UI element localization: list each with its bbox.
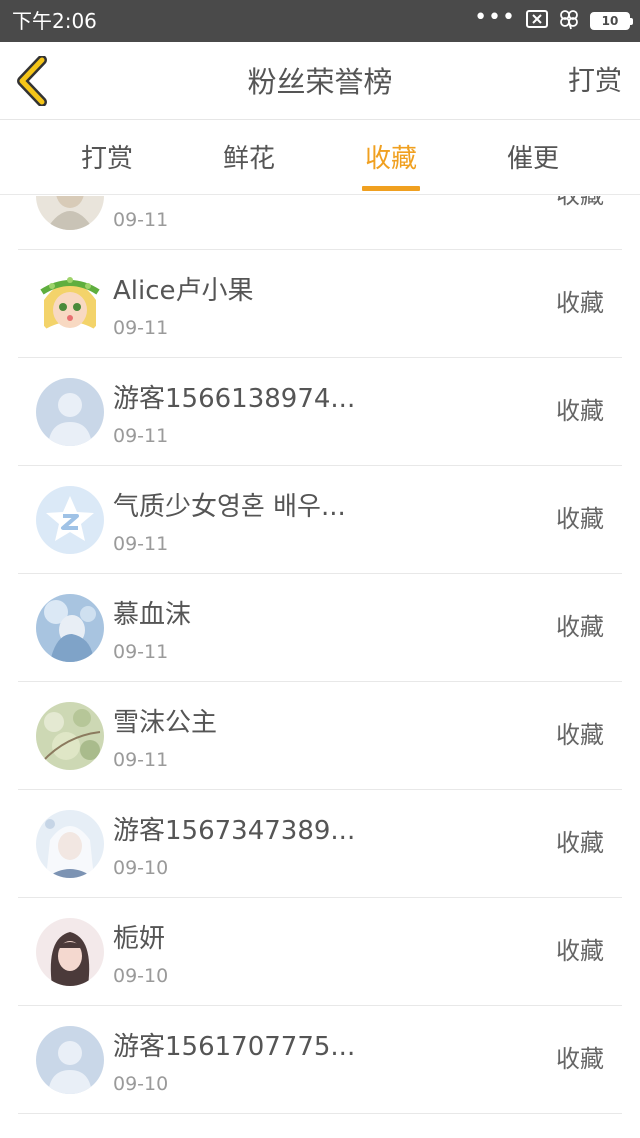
action-label: 收藏 — [556, 505, 604, 533]
list-item[interactable]: 气质少女영혼 배우... 09-11 收藏 — [18, 466, 622, 574]
status-time: 下午2:06 — [12, 9, 97, 33]
qzone-logo-icon — [36, 486, 104, 554]
tip-button[interactable]: 打赏 — [568, 64, 622, 100]
user-name: 12349388 — [113, 196, 245, 200]
action-label: 收藏 — [556, 397, 604, 425]
list-item[interactable]: Alice卢小果 09-11 收藏 — [18, 250, 622, 358]
avatar — [36, 196, 104, 230]
avatar — [36, 810, 104, 878]
date: 09-11 — [113, 425, 169, 447]
action-label: 收藏 — [556, 289, 604, 317]
avatar — [36, 270, 104, 338]
date: 09-11 — [113, 209, 169, 231]
avatar — [36, 594, 104, 662]
tab-active-indicator — [362, 186, 420, 191]
list-item[interactable]: 游客1566138974... 09-11 收藏 — [18, 358, 622, 466]
list-item[interactable]: 雪沫公主 09-11 收藏 — [18, 682, 622, 790]
date: 09-11 — [113, 749, 169, 771]
tab-flowers[interactable]: 鲜花 — [199, 141, 299, 177]
user-name: 游客1566138974... — [113, 384, 356, 414]
default-user-avatar-icon — [36, 378, 104, 446]
action-label: 收藏 — [556, 1045, 604, 1073]
action-label: 收藏 — [556, 721, 604, 749]
status-bar: 下午2:06 ••• 10 — [0, 0, 640, 42]
date: 09-11 — [113, 641, 169, 663]
user-name: 游客1567347389... — [113, 816, 356, 846]
fans-list[interactable]: 12349388 09-11 收藏 Alice卢小果 09-11 收藏 — [0, 196, 640, 1138]
avatar — [36, 702, 104, 770]
white-anime-avatar-icon — [36, 810, 104, 878]
painted-girl-avatar-icon — [36, 196, 104, 230]
list-item[interactable]: 游客1561707775... 09-10 收藏 — [18, 1006, 622, 1114]
photo-girl-avatar-icon — [36, 918, 104, 986]
list-item[interactable]: 游客1567347389... 09-10 收藏 — [18, 790, 622, 898]
date: 09-11 — [113, 533, 169, 555]
battery-icon: 10 — [590, 12, 633, 30]
tab-bar: 打赏 鲜花 收藏 催更 — [0, 121, 640, 195]
user-name: 气质少女영혼 배우... — [113, 492, 346, 522]
avatar — [36, 378, 104, 446]
action-label: 收藏 — [556, 829, 604, 857]
avatar — [36, 486, 104, 554]
user-name: 游客1561707775... — [113, 1032, 356, 1062]
clover-icon — [558, 8, 580, 34]
user-name: 雪沫公主 — [113, 708, 218, 738]
default-user-avatar-icon — [36, 1026, 104, 1094]
status-icons: ••• 10 — [474, 5, 633, 34]
list-item[interactable]: 栀妍 09-10 收藏 — [18, 898, 622, 1006]
avatar — [36, 918, 104, 986]
user-name: 栀妍 — [113, 924, 166, 954]
user-name: 慕血沫 — [113, 600, 192, 630]
blossom-avatar-icon — [36, 702, 104, 770]
avatar — [36, 1026, 104, 1094]
date: 09-10 — [113, 965, 169, 987]
list-item[interactable]: 12349388 09-11 收藏 — [18, 196, 622, 250]
cartoon-girl-avatar-icon — [36, 270, 104, 338]
nav-bar: 粉丝荣誉榜 打赏 — [0, 42, 640, 120]
date: 09-10 — [113, 1073, 169, 1095]
action-label: 收藏 — [556, 613, 604, 641]
tab-favorites[interactable]: 收藏 — [341, 141, 441, 177]
date: 09-10 — [113, 857, 169, 879]
list-item[interactable]: 慕血沫 09-11 收藏 — [18, 574, 622, 682]
more-dots-icon: ••• — [474, 5, 516, 30]
user-name: Alice卢小果 — [113, 276, 254, 306]
action-label: 收藏 — [556, 937, 604, 965]
notification-icon — [526, 10, 548, 32]
action-label: 收藏 — [556, 196, 604, 212]
tab-tip[interactable]: 打赏 — [57, 141, 157, 177]
snow-anime-avatar-icon — [36, 594, 104, 662]
tab-urge-update[interactable]: 催更 — [483, 141, 583, 177]
date: 09-11 — [113, 317, 169, 339]
page-title: 粉丝荣誉榜 — [247, 65, 393, 99]
